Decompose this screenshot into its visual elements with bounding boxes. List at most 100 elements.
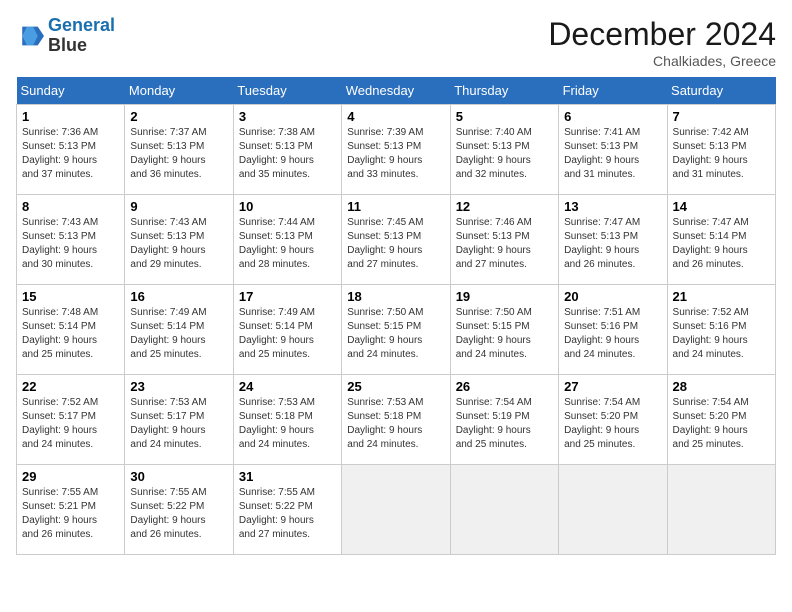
day-info: Sunrise: 7:40 AM Sunset: 5:13 PM Dayligh… — [456, 126, 553, 182]
calendar-cell: 27 Sunrise: 7:54 AM Sunset: 5:20 PM Dayli… — [559, 375, 667, 465]
calendar-cell: 25 Sunrise: 7:53 AM Sunset: 5:18 PM Dayli… — [342, 375, 450, 465]
calendar-cell — [559, 465, 667, 555]
calendar-cell: 1 Sunrise: 7:36 AM Sunset: 5:13 PM Daylig… — [17, 105, 125, 195]
day-info: Sunrise: 7:46 AM Sunset: 5:13 PM Dayligh… — [456, 216, 553, 272]
calendar-cell: 4 Sunrise: 7:39 AM Sunset: 5:13 PM Daylig… — [342, 105, 450, 195]
calendar-cell: 6 Sunrise: 7:41 AM Sunset: 5:13 PM Daylig… — [559, 105, 667, 195]
calendar-week-row: 1 Sunrise: 7:36 AM Sunset: 5:13 PM Daylig… — [17, 105, 776, 195]
calendar-cell: 7 Sunrise: 7:42 AM Sunset: 5:13 PM Daylig… — [667, 105, 775, 195]
day-number: 23 — [130, 379, 227, 394]
calendar-cell: 30 Sunrise: 7:55 AM Sunset: 5:22 PM Dayli… — [125, 465, 233, 555]
day-number: 22 — [22, 379, 119, 394]
day-info: Sunrise: 7:48 AM Sunset: 5:14 PM Dayligh… — [22, 306, 119, 362]
day-info: Sunrise: 7:36 AM Sunset: 5:13 PM Dayligh… — [22, 126, 119, 182]
calendar-cell: 2Sunrise: 7:37 AM Sunset: 5:13 PM Daylig… — [125, 105, 233, 195]
day-number: 9 — [130, 199, 227, 214]
dow-header: Wednesday — [342, 77, 450, 105]
day-info: Sunrise: 7:49 AM Sunset: 5:14 PM Dayligh… — [130, 306, 227, 362]
day-number: 24 — [239, 379, 336, 394]
calendar-cell: 10Sunrise: 7:44 AM Sunset: 5:13 PM Dayli… — [233, 195, 341, 285]
day-info: Sunrise: 7:42 AM Sunset: 5:13 PM Dayligh… — [673, 126, 770, 182]
calendar-table: SundayMondayTuesdayWednesdayThursdayFrid… — [16, 77, 776, 555]
dow-header: Friday — [559, 77, 667, 105]
calendar-cell: 5 Sunrise: 7:40 AM Sunset: 5:13 PM Daylig… — [450, 105, 558, 195]
day-number: 12 — [456, 199, 553, 214]
day-number: 28 — [673, 379, 770, 394]
calendar-week-row: 15Sunrise: 7:48 AM Sunset: 5:14 PM Dayli… — [17, 285, 776, 375]
day-number: 21 — [673, 289, 770, 304]
calendar-week-row: 29 Sunrise: 7:55 AM Sunset: 5:21 PM Dayli… — [17, 465, 776, 555]
day-info: Sunrise: 7:37 AM Sunset: 5:13 PM Dayligh… — [130, 126, 227, 182]
calendar-cell: 8Sunrise: 7:43 AM Sunset: 5:13 PM Daylig… — [17, 195, 125, 285]
calendar-cell — [667, 465, 775, 555]
day-info: Sunrise: 7:53 AM Sunset: 5:18 PM Dayligh… — [347, 396, 444, 452]
month-title: December 2024 — [548, 16, 776, 53]
day-number: 17 — [239, 289, 336, 304]
calendar-cell: 26 Sunrise: 7:54 AM Sunset: 5:19 PM Dayli… — [450, 375, 558, 465]
day-number: 11 — [347, 199, 444, 214]
day-info: Sunrise: 7:54 AM Sunset: 5:19 PM Dayligh… — [456, 396, 553, 452]
day-info: Sunrise: 7:39 AM Sunset: 5:13 PM Dayligh… — [347, 126, 444, 182]
day-info: Sunrise: 7:52 AM Sunset: 5:17 PM Dayligh… — [22, 396, 119, 452]
calendar-body: 1 Sunrise: 7:36 AM Sunset: 5:13 PM Daylig… — [17, 105, 776, 555]
calendar-cell: 19 Sunrise: 7:50 AM Sunset: 5:15 PM Dayli… — [450, 285, 558, 375]
day-number: 29 — [22, 469, 119, 484]
calendar-cell: 22 Sunrise: 7:52 AM Sunset: 5:17 PM Dayli… — [17, 375, 125, 465]
calendar-cell: 3 Sunrise: 7:38 AM Sunset: 5:13 PM Daylig… — [233, 105, 341, 195]
calendar-cell: 24 Sunrise: 7:53 AM Sunset: 5:18 PM Dayli… — [233, 375, 341, 465]
day-info: Sunrise: 7:55 AM Sunset: 5:21 PM Dayligh… — [22, 486, 119, 542]
day-number: 16 — [130, 289, 227, 304]
days-of-week-row: SundayMondayTuesdayWednesdayThursdayFrid… — [17, 77, 776, 105]
day-info: Sunrise: 7:55 AM Sunset: 5:22 PM Dayligh… — [239, 486, 336, 542]
logo-icon — [16, 22, 44, 50]
calendar-cell: 29 Sunrise: 7:55 AM Sunset: 5:21 PM Dayli… — [17, 465, 125, 555]
day-number: 14 — [673, 199, 770, 214]
day-number: 31 — [239, 469, 336, 484]
calendar-cell: 13Sunrise: 7:47 AM Sunset: 5:13 PM Dayli… — [559, 195, 667, 285]
day-number: 7 — [673, 109, 770, 124]
day-info: Sunrise: 7:38 AM Sunset: 5:13 PM Dayligh… — [239, 126, 336, 182]
logo: GeneralBlue — [16, 16, 115, 56]
day-number: 25 — [347, 379, 444, 394]
day-info: Sunrise: 7:53 AM Sunset: 5:17 PM Dayligh… — [130, 396, 227, 452]
day-info: Sunrise: 7:51 AM Sunset: 5:16 PM Dayligh… — [564, 306, 661, 362]
day-number: 18 — [347, 289, 444, 304]
calendar-cell: 11 Sunrise: 7:45 AM Sunset: 5:13 PM Dayli… — [342, 195, 450, 285]
day-number: 26 — [456, 379, 553, 394]
dow-header: Saturday — [667, 77, 775, 105]
calendar-cell — [342, 465, 450, 555]
day-info: Sunrise: 7:54 AM Sunset: 5:20 PM Dayligh… — [564, 396, 661, 452]
calendar-cell: 28 Sunrise: 7:54 AM Sunset: 5:20 PM Dayli… — [667, 375, 775, 465]
calendar-cell: 31 Sunrise: 7:55 AM Sunset: 5:22 PM Dayli… — [233, 465, 341, 555]
day-number: 20 — [564, 289, 661, 304]
day-number: 27 — [564, 379, 661, 394]
day-number: 4 — [347, 109, 444, 124]
day-number: 5 — [456, 109, 553, 124]
day-info: Sunrise: 7:49 AM Sunset: 5:14 PM Dayligh… — [239, 306, 336, 362]
calendar-cell: 21Sunrise: 7:52 AM Sunset: 5:16 PM Dayli… — [667, 285, 775, 375]
calendar-cell: 17 Sunrise: 7:49 AM Sunset: 5:14 PM Dayli… — [233, 285, 341, 375]
calendar-week-row: 8Sunrise: 7:43 AM Sunset: 5:13 PM Daylig… — [17, 195, 776, 285]
day-info: Sunrise: 7:54 AM Sunset: 5:20 PM Dayligh… — [673, 396, 770, 452]
day-number: 13 — [564, 199, 661, 214]
day-number: 30 — [130, 469, 227, 484]
day-number: 1 — [22, 109, 119, 124]
day-number: 19 — [456, 289, 553, 304]
calendar-cell: 12 Sunrise: 7:46 AM Sunset: 5:13 PM Dayli… — [450, 195, 558, 285]
day-info: Sunrise: 7:45 AM Sunset: 5:13 PM Dayligh… — [347, 216, 444, 272]
day-info: Sunrise: 7:47 AM Sunset: 5:14 PM Dayligh… — [673, 216, 770, 272]
calendar-cell: 16 Sunrise: 7:49 AM Sunset: 5:14 PM Dayli… — [125, 285, 233, 375]
dow-header: Sunday — [17, 77, 125, 105]
day-number: 6 — [564, 109, 661, 124]
page-header: GeneralBlue December 2024 Chalkiades, Gr… — [16, 16, 776, 69]
day-info: Sunrise: 7:53 AM Sunset: 5:18 PM Dayligh… — [239, 396, 336, 452]
logo-text: GeneralBlue — [48, 16, 115, 56]
day-number: 8 — [22, 199, 119, 214]
calendar-cell: 18 Sunrise: 7:50 AM Sunset: 5:15 PM Dayli… — [342, 285, 450, 375]
day-info: Sunrise: 7:50 AM Sunset: 5:15 PM Dayligh… — [347, 306, 444, 362]
day-info: Sunrise: 7:50 AM Sunset: 5:15 PM Dayligh… — [456, 306, 553, 362]
day-info: Sunrise: 7:55 AM Sunset: 5:22 PM Dayligh… — [130, 486, 227, 542]
day-info: Sunrise: 7:41 AM Sunset: 5:13 PM Dayligh… — [564, 126, 661, 182]
calendar-cell: 9Sunrise: 7:43 AM Sunset: 5:13 PM Daylig… — [125, 195, 233, 285]
day-number: 3 — [239, 109, 336, 124]
